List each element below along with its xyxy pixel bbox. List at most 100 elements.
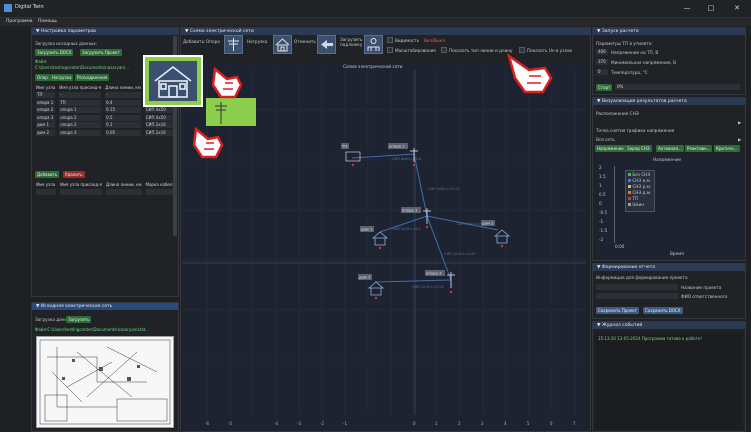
menu-help[interactable]: Помощь: [38, 19, 57, 24]
scheme-load-button[interactable]: Загрузить: [66, 316, 92, 323]
network-scheme-header[interactable]: ▼ Схема электрической сети: [181, 28, 590, 35]
params-panel-header[interactable]: ▼ Настройка параметров: [32, 28, 178, 35]
table-row[interactable]: дом 1 опора 2 0.1 СИП 2х16: [34, 122, 179, 130]
voltage-input[interactable]: 400: [596, 49, 608, 55]
delete-row-button[interactable]: Удалить: [63, 171, 85, 178]
table-cell[interactable]: 0.05: [103, 129, 143, 137]
tab-storage-charge[interactable]: Заряд СНЭ: [625, 145, 652, 152]
table-cell[interactable]: [104, 188, 144, 197]
table-cell[interactable]: дом 1: [34, 122, 57, 130]
tab-poles[interactable]: Опор: [35, 74, 50, 81]
file-path: C:\Users\testingcenter\Documents\nazarya…: [35, 65, 129, 70]
visibility-toggle-text[interactable]: Вкл/Выкл: [424, 38, 445, 43]
table-cell[interactable]: ТП: [57, 99, 103, 107]
table-cell[interactable]: дом 2: [34, 129, 57, 137]
load-docx-button[interactable]: Загрузить DOCX: [35, 49, 74, 56]
tab-reactive[interactable]: Реактивн...: [685, 145, 713, 152]
maximize-button[interactable]: □: [702, 3, 720, 14]
tab-load[interactable]: Нагрузка: [50, 74, 74, 81]
svg-text:дом 1: дом 1: [361, 227, 373, 232]
event-log-header[interactable]: ▼ Журнал событий: [593, 322, 745, 329]
show-lines-checkbox[interactable]: [441, 47, 447, 53]
tab-active[interactable]: Активная...: [656, 145, 684, 152]
house-tool-button[interactable]: [273, 35, 292, 54]
app-window: Digital Twin — □ ✕ Программа Помощь ▼ На…: [0, 0, 751, 432]
min-voltage-input[interactable]: 370: [596, 59, 608, 65]
table-cell[interactable]: опора 3: [57, 129, 103, 137]
svg-text:дом 2: дом 2: [482, 221, 494, 226]
table-cell[interactable]: 0.4: [103, 99, 143, 107]
close-button[interactable]: ✕: [728, 3, 746, 14]
table-cell[interactable]: 0.5: [103, 114, 143, 122]
table-cell[interactable]: 0.15: [103, 107, 143, 115]
undo-tool-button[interactable]: [317, 35, 336, 54]
viz-panel-header[interactable]: ▼ Визуализация результатов расчета: [593, 98, 745, 105]
pole-icon: [228, 38, 239, 51]
progress-bar: 0%: [615, 84, 740, 90]
house-icon: [275, 38, 290, 52]
svg-text:-3: -3: [297, 421, 301, 426]
node-substation[interactable]: ТП: [341, 143, 361, 167]
table-cell[interactable]: -: [57, 92, 103, 100]
table-cell[interactable]: опора 1: [34, 99, 57, 107]
col-header: Марка кабеля: [145, 182, 175, 188]
expand-arrow-icon[interactable]: ▶: [738, 137, 741, 142]
table-cell[interactable]: [34, 188, 58, 197]
svg-text:опора 2: опора 2: [402, 208, 418, 213]
pole-tool-button[interactable]: [224, 35, 243, 54]
scale-checkbox[interactable]: [387, 47, 393, 53]
menu-program[interactable]: Программа: [6, 19, 33, 24]
y-tick: -1: [599, 219, 604, 224]
svg-text:-2: -2: [320, 421, 324, 426]
calc-panel-header[interactable]: ▼ Запуск расчета: [593, 28, 745, 35]
minimize-button[interactable]: —: [678, 3, 696, 14]
load-project-button[interactable]: Загрузить Проект: [80, 49, 122, 56]
responsible-label: ФИО ответственного: [681, 294, 728, 299]
report-panel: ▼ Формирование отчета Информация для фор…: [592, 263, 746, 319]
table-cell[interactable]: опора 2: [34, 107, 57, 115]
expand-arrow-icon[interactable]: ▶: [738, 120, 741, 125]
table-row[interactable]: [34, 188, 177, 197]
temperature-input[interactable]: 0: [596, 69, 608, 75]
tab-switches[interactable]: Разъединения: [75, 74, 110, 81]
table-cell[interactable]: [58, 188, 104, 197]
node-house-1[interactable]: дом 1: [360, 226, 389, 250]
tab-critical[interactable]: Критиче...: [714, 145, 740, 152]
pointer-hand-icon: [211, 66, 243, 99]
table-cell[interactable]: 0.1: [103, 122, 143, 130]
report-panel-header[interactable]: ▼ Формирование отчета: [593, 264, 745, 271]
tab-voltage[interactable]: Напряжение: [595, 145, 626, 152]
load-label: Загрузка исходных данных:: [35, 41, 98, 46]
node-house-3[interactable]: дом 3: [358, 274, 385, 300]
legend-item: СНЭ в.м.: [628, 178, 651, 183]
legend-item: ТП: [628, 196, 638, 201]
table-cell[interactable]: опора 2: [57, 114, 103, 122]
line-label: СИП 2х16 L=0.14: [412, 285, 444, 289]
table-cell[interactable]: [144, 188, 177, 197]
save-docx-button[interactable]: Сохранить DOCX: [643, 307, 683, 314]
underlay-tool-button[interactable]: [364, 35, 383, 54]
node-pole-3[interactable]: опора 3: [425, 270, 455, 294]
save-project-button[interactable]: Сохранить Проект: [596, 307, 639, 314]
table-cell[interactable]: опора 2: [57, 122, 103, 130]
temperature-label: Температура, °С: [611, 70, 648, 75]
table-cell[interactable]: опора 3: [34, 114, 57, 122]
y-tick: 2: [599, 165, 602, 170]
visibility-checkbox[interactable]: [387, 37, 393, 43]
table-cell[interactable]: опора 1: [57, 107, 103, 115]
source-scheme-header[interactable]: ▼ Исходная электрическая сеть: [32, 303, 178, 310]
chart-title: Напряжение: [653, 157, 682, 162]
start-button[interactable]: Старт: [596, 84, 613, 91]
table-cell[interactable]: ТП: [34, 92, 57, 100]
y-tick: -1.5: [599, 228, 608, 233]
table-cell[interactable]: -: [103, 92, 143, 100]
project-name-input[interactable]: [596, 284, 678, 290]
node-house-2[interactable]: дом 2: [481, 220, 511, 248]
table-row[interactable]: дом 2 опора 3 0.05 СИП 2х16: [34, 129, 179, 137]
add-row-button[interactable]: Добавить: [35, 171, 60, 178]
table-row[interactable]: опора 2 опора 1 0.15 СИП 4х50: [34, 107, 179, 115]
responsible-input[interactable]: [596, 293, 678, 299]
storage-location-label: Расположение СНЭ: [596, 111, 639, 116]
table-row[interactable]: опора 3 опора 2 0.5 СИП 4х50: [34, 114, 179, 122]
min-voltage-label: Минимальное напряжение, В: [611, 60, 677, 65]
